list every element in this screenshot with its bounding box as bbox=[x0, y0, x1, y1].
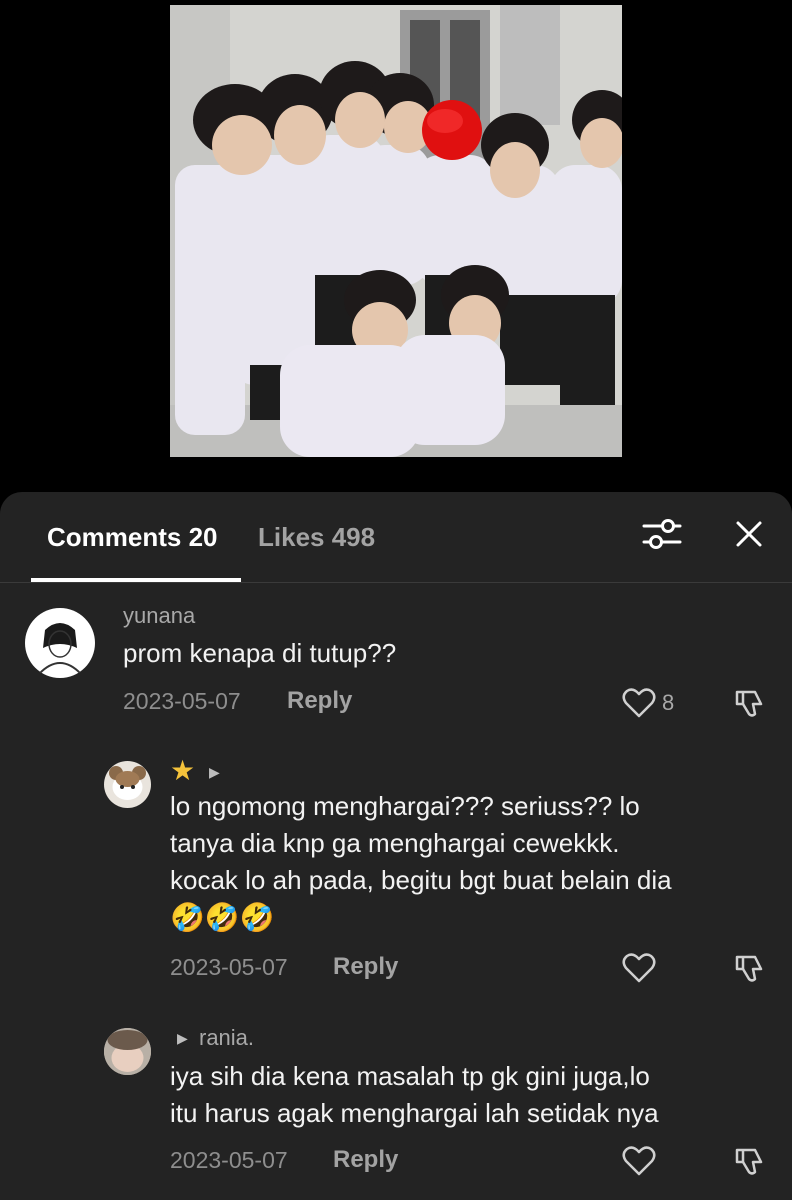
reply-username[interactable]: rania. bbox=[199, 1025, 254, 1051]
reply-button[interactable]: Reply bbox=[287, 687, 352, 715]
reply-emoji: 🤣🤣🤣 bbox=[170, 902, 275, 933]
tab-likes[interactable]: Likes 498 bbox=[258, 522, 375, 553]
video-area[interactable] bbox=[0, 0, 792, 492]
tabs-divider bbox=[0, 582, 792, 583]
comments-panel: Comments 20 Likes 498 yunana prom kenapa… bbox=[0, 492, 792, 1200]
dislike-icon[interactable] bbox=[733, 1144, 767, 1178]
heart-icon[interactable] bbox=[622, 953, 656, 983]
avatar[interactable] bbox=[104, 761, 151, 808]
reply-text-line: tanya dia knp ga menghargai cewekkk. bbox=[170, 828, 620, 858]
group-photo bbox=[170, 5, 622, 457]
reply-button[interactable]: Reply bbox=[333, 1146, 398, 1174]
dislike-icon[interactable] bbox=[733, 951, 767, 985]
avatar[interactable] bbox=[25, 608, 95, 678]
close-icon[interactable] bbox=[733, 518, 765, 550]
heart-icon[interactable] bbox=[622, 1146, 656, 1176]
reply-text: iya sih dia kena masalah tp gk gini juga… bbox=[170, 1058, 659, 1132]
reply-text: lo ngomong menghargai??? seriuss?? lo ta… bbox=[170, 788, 672, 936]
reply-text-line: lo ngomong menghargai??? seriuss?? lo bbox=[170, 791, 640, 821]
reply-text-line: iya sih dia kena masalah tp gk gini juga… bbox=[170, 1061, 650, 1091]
reply-button[interactable]: Reply bbox=[333, 953, 398, 981]
avatar[interactable] bbox=[104, 1028, 151, 1075]
caret-right-icon: ▶ bbox=[209, 764, 220, 780]
reply-text-line: kocak lo ah pada, begitu bgt buat belain… bbox=[170, 865, 672, 895]
reply-date: 2023-05-07 bbox=[170, 954, 288, 980]
reply-date: 2023-05-07 bbox=[170, 1147, 288, 1173]
caret-right-icon: ▶ bbox=[177, 1030, 188, 1046]
comment-date: 2023-05-07 bbox=[123, 688, 241, 714]
reply-text-line: itu harus agak menghargai lah setidak ny… bbox=[170, 1098, 659, 1128]
heart-icon[interactable] bbox=[622, 688, 656, 718]
like-count: 8 bbox=[662, 690, 675, 715]
dislike-icon[interactable] bbox=[733, 686, 767, 720]
comment-username[interactable]: yunana bbox=[123, 603, 195, 629]
comments-tabs: Comments 20 Likes 498 bbox=[0, 492, 792, 582]
comment-text: prom kenapa di tutup?? bbox=[123, 638, 397, 668]
tab-comments[interactable]: Comments 20 bbox=[47, 522, 218, 553]
filter-icon[interactable] bbox=[642, 516, 682, 552]
star-icon: ★ bbox=[170, 755, 196, 786]
